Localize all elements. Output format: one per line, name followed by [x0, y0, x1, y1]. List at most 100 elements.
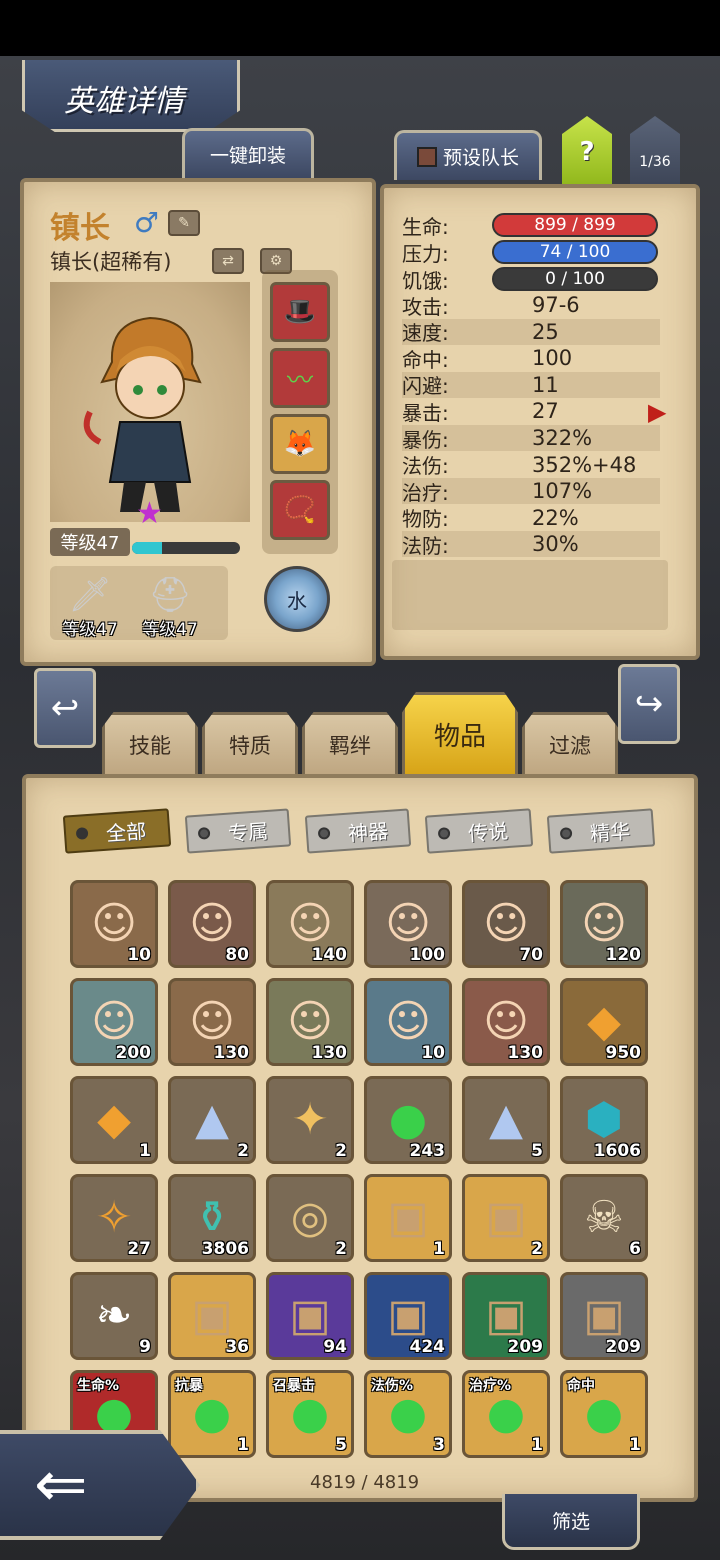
amulet-slot[interactable]: 📿 — [270, 480, 330, 540]
item-icon: ☠ — [584, 1192, 624, 1243]
filter-artifact-label: 神器 — [347, 818, 389, 846]
inventory-item[interactable]: ⬢ 1606 — [560, 1076, 648, 1164]
stat-value: 11 — [532, 372, 559, 397]
inventory-item[interactable]: ▲ 5 — [462, 1076, 550, 1164]
item-icon: ● — [94, 1388, 134, 1439]
inventory-item[interactable]: ☺ 130 — [168, 978, 256, 1066]
inventory-item[interactable]: ◆ 950 — [560, 978, 648, 1066]
filter-artifact[interactable]: 神器 — [304, 808, 412, 854]
filter-exclusive[interactable]: 专属 — [184, 808, 292, 854]
tab-items[interactable]: 物品 — [402, 692, 518, 774]
item-icon: ● — [584, 1388, 624, 1439]
inventory-item[interactable]: ☺ 140 — [266, 880, 354, 968]
inventory-item[interactable]: ▣ 209 — [462, 1272, 550, 1360]
hat-slot[interactable]: 🎩 — [270, 282, 330, 342]
item-icon: ⚱ — [193, 1192, 231, 1243]
item-count: 2 — [335, 1141, 347, 1161]
edit-icon[interactable]: ✎ — [168, 210, 200, 236]
swap-icon[interactable]: ⇄ — [212, 248, 244, 274]
filter-legend[interactable]: 传说 — [424, 808, 534, 854]
inventory-item[interactable]: ▲ 2 — [168, 1076, 256, 1164]
item-tag: 抗暴 — [175, 1378, 203, 1394]
inventory-item[interactable]: ☺ 130 — [462, 978, 550, 1066]
checkbox-icon[interactable] — [416, 146, 437, 167]
item-tag: 生命% — [77, 1378, 120, 1394]
armor-slot[interactable]: ⛑ 等级47 — [130, 566, 210, 640]
inventory-item[interactable]: ❧ 9 — [70, 1272, 158, 1360]
inventory-item[interactable]: ✧ 27 — [70, 1174, 158, 1262]
inventory-item[interactable]: ● 法伤% 3 — [364, 1370, 452, 1458]
weapon-slot[interactable]: 🗡 等级47 — [50, 566, 130, 640]
inventory-item[interactable]: ☺ 70 — [462, 880, 550, 968]
ring-slot[interactable]: 〰 — [270, 348, 330, 408]
stat-value: 27 — [532, 399, 559, 424]
star-icon: ★ — [136, 496, 163, 531]
item-count: 10 — [127, 945, 151, 965]
inventory-item[interactable]: ▣ 36 — [168, 1272, 256, 1360]
inventory-item[interactable]: ☺ 120 — [560, 880, 648, 968]
inventory-item[interactable]: ☠ 6 — [560, 1174, 648, 1262]
filter-essence[interactable]: 精华 — [546, 808, 656, 854]
next-stats-arrow-icon[interactable]: ▶ — [648, 398, 666, 426]
pet-slot[interactable]: 🦊 — [270, 414, 330, 474]
inventory-item[interactable]: ⚱ 3806 — [168, 1174, 256, 1262]
item-count: 2 — [237, 1141, 249, 1161]
element-badge[interactable]: 水 — [264, 566, 330, 632]
item-icon: ▣ — [387, 1290, 429, 1341]
item-count: 130 — [213, 1043, 250, 1063]
stat-label: 命中: — [402, 347, 449, 372]
inventory-item[interactable]: ● 治疗% 1 — [462, 1370, 550, 1458]
item-count: 70 — [519, 945, 543, 965]
weapon-level: 等级47 — [62, 620, 118, 640]
dot-icon — [559, 827, 573, 840]
next-hero-button[interactable]: ↪ — [618, 664, 680, 744]
prev-hero-button[interactable]: ↩ — [34, 668, 96, 748]
item-count: 140 — [311, 945, 348, 965]
inventory-item[interactable]: ▣ 209 — [560, 1272, 648, 1360]
preset-leader-button[interactable]: 预设队长 — [394, 130, 542, 180]
dot-icon — [197, 826, 211, 840]
inventory-item[interactable]: ◎ 2 — [266, 1174, 354, 1262]
filter-all[interactable]: 全部 — [62, 808, 172, 854]
page-title: 英雄详情 — [64, 84, 184, 119]
item-icon: ◎ — [290, 1192, 330, 1243]
item-icon: ▣ — [583, 1290, 625, 1341]
inventory-item[interactable]: ☺ 130 — [266, 978, 354, 1066]
tab-filter[interactable]: 过滤 — [522, 712, 618, 774]
inventory-item[interactable]: ☺ 200 — [70, 978, 158, 1066]
inventory-item[interactable]: ● 抗暴 1 — [168, 1370, 256, 1458]
item-icon: ☺ — [385, 996, 431, 1047]
item-icon: ▣ — [191, 1290, 233, 1341]
item-icon: ● — [290, 1388, 330, 1439]
inventory-item[interactable]: ▣ 424 — [364, 1272, 452, 1360]
sift-button[interactable]: 筛选 — [502, 1494, 640, 1550]
dot-icon — [437, 827, 451, 840]
inventory-item[interactable]: ☺ 80 — [168, 880, 256, 968]
inventory-item[interactable]: ☺ 10 — [70, 880, 158, 968]
unequip-all-button[interactable]: 一键卸装 — [182, 128, 314, 178]
inventory-item[interactable]: ☺ 100 — [364, 880, 452, 968]
inventory-item[interactable]: ● 召暴击 5 — [266, 1370, 354, 1458]
hero-name: 镇长 — [50, 211, 110, 246]
inventory-item[interactable]: ☺ 10 — [364, 978, 452, 1066]
inventory-item[interactable]: ◆ 1 — [70, 1076, 158, 1164]
tab-bonds[interactable]: 羁绊 — [302, 712, 398, 774]
amulet-icon: 📿 — [283, 495, 317, 525]
inventory-item[interactable]: ▣ 1 — [364, 1174, 452, 1262]
item-icon: ◆ — [587, 996, 621, 1047]
stat-value: 22% — [532, 505, 579, 530]
item-count: 36 — [225, 1337, 249, 1357]
inventory-item[interactable]: ● 命中 1 — [560, 1370, 648, 1458]
tab-traits[interactable]: 特质 — [202, 712, 298, 774]
item-count: 1 — [433, 1239, 445, 1259]
tab-skills[interactable]: 技能 — [102, 712, 198, 774]
inventory-item[interactable]: ▣ 2 — [462, 1174, 550, 1262]
stat-label: 攻击: — [402, 294, 449, 319]
item-tag: 召暴击 — [273, 1378, 315, 1394]
inventory-item[interactable]: ● 243 — [364, 1076, 452, 1164]
male-icon: ♂ — [134, 206, 160, 239]
back-button[interactable]: ⇐ — [0, 1430, 200, 1540]
inventory-item[interactable]: ▣ 94 — [266, 1272, 354, 1360]
item-count: 10 — [421, 1043, 445, 1063]
inventory-item[interactable]: ✦ 2 — [266, 1076, 354, 1164]
